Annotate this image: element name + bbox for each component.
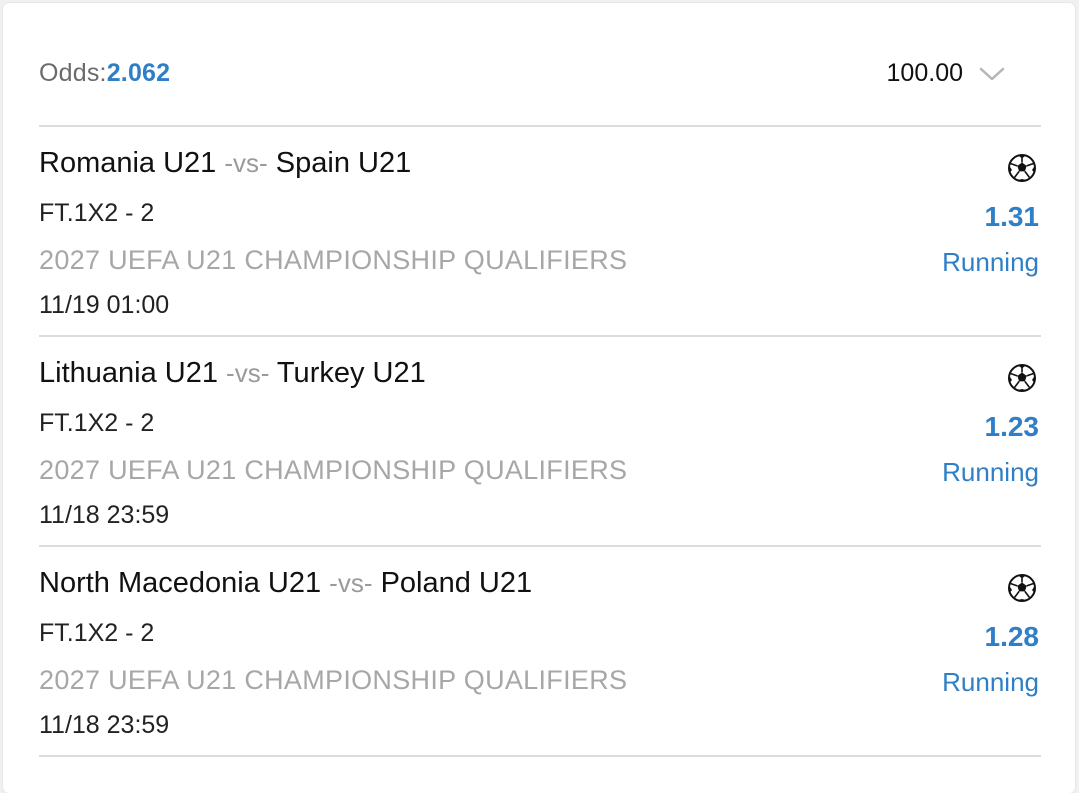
bet-slip-header: Odds:2.062 100.00 — [39, 3, 1041, 127]
total-odds: Odds:2.062 — [39, 59, 170, 88]
home-team: Lithuania U21 — [39, 357, 218, 389]
vs-separator: -vs- — [224, 148, 268, 178]
away-team: Poland U21 — [380, 567, 533, 599]
league-name: 2027 UEFA U21 CHAMPIONSHIP QUALIFIERS — [39, 665, 628, 695]
chevron-down-icon[interactable] — [979, 66, 1005, 82]
match-title: North Macedonia U21 -vs- Poland U21 — [39, 567, 532, 600]
match-time: 11/18 23:59 — [39, 711, 170, 739]
away-team: Turkey U21 — [276, 357, 426, 389]
stake-selector[interactable]: 100.00 — [887, 59, 1005, 88]
bet-list: Romania U21 -vs- Spain U21 FT.1X2 - 2 20… — [39, 127, 1041, 757]
league-name: 2027 UEFA U21 CHAMPIONSHIP QUALIFIERS — [39, 245, 628, 275]
bet-status: Running — [942, 247, 1039, 277]
market-label: FT.1X2 - 2 — [39, 619, 155, 647]
vs-separator: -vs- — [329, 568, 373, 598]
bet-odds: 1.31 — [984, 201, 1040, 232]
bet-odds: 1.23 — [984, 411, 1040, 442]
bet-status: Running — [942, 457, 1039, 487]
bet-item: Lithuania U21 -vs- Turkey U21 FT.1X2 - 2… — [39, 337, 1041, 547]
match-title: Romania U21 -vs- Spain U21 — [39, 147, 411, 180]
home-team: North Macedonia U21 — [39, 567, 322, 599]
match-time: 11/18 23:59 — [39, 501, 170, 529]
match-title: Lithuania U21 -vs- Turkey U21 — [39, 357, 426, 390]
market-label: FT.1X2 - 2 — [39, 199, 155, 227]
odds-label: Odds: — [39, 59, 107, 87]
bet-item: Romania U21 -vs- Spain U21 FT.1X2 - 2 20… — [39, 127, 1041, 337]
market-label: FT.1X2 - 2 — [39, 409, 155, 437]
soccer-ball-icon — [1008, 574, 1036, 602]
vs-separator: -vs- — [226, 358, 270, 388]
odds-value: 2.062 — [106, 59, 171, 87]
bet-odds: 1.28 — [984, 621, 1040, 652]
stake-value: 100.00 — [886, 59, 963, 87]
bet-item: North Macedonia U21 -vs- Poland U21 FT.1… — [39, 547, 1041, 757]
away-team: Spain U21 — [275, 147, 412, 179]
soccer-ball-icon — [1008, 364, 1036, 392]
match-time: 11/19 01:00 — [39, 291, 170, 319]
bet-slip-card: Odds:2.062 100.00 Romania U21 -vs- Spain… — [3, 3, 1075, 793]
soccer-ball-icon — [1008, 154, 1036, 182]
bet-status: Running — [942, 667, 1039, 697]
league-name: 2027 UEFA U21 CHAMPIONSHIP QUALIFIERS — [39, 455, 628, 485]
home-team: Romania U21 — [39, 147, 217, 179]
